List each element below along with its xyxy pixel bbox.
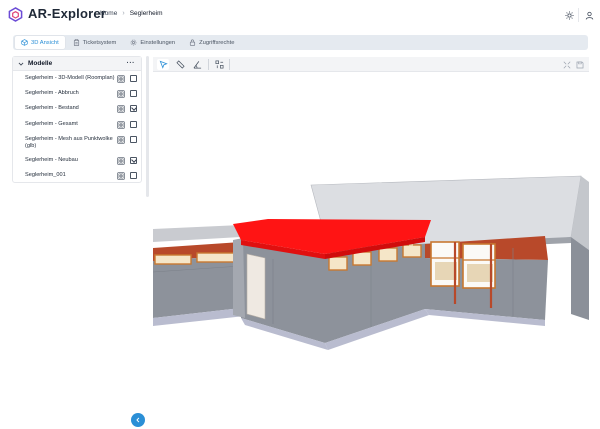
back-wall-left — [153, 225, 241, 242]
hexagon-cube-icon[interactable] — [8, 7, 23, 22]
layer-grid-icon[interactable] — [117, 90, 125, 98]
gable-wall-right — [571, 237, 589, 320]
building-model-scene[interactable] — [153, 72, 589, 429]
viewer-toolbar — [153, 57, 589, 72]
tab-einstellungen[interactable]: Einstellungen — [124, 36, 181, 49]
tab-label: Zugriffsrechte — [199, 39, 235, 46]
tab-3d-ansicht[interactable]: 3D Ansicht — [15, 36, 65, 49]
fit-view-icon — [563, 61, 571, 68]
breadcrumb-current: Seglerheim — [129, 10, 163, 17]
tab-label: Einstellungen — [140, 39, 176, 46]
model-label: Seglerheim - Mesh aus Punktwolke (glb) — [25, 136, 113, 149]
angle-measure-icon — [193, 61, 201, 69]
layer-grid-icon[interactable] — [117, 136, 125, 144]
front-window — [378, 247, 398, 262]
layer-grid-icon[interactable] — [117, 105, 125, 113]
model-label: Seglerheim - Gesamt — [25, 121, 78, 127]
chevron-right-icon: › — [122, 10, 125, 17]
model-label: Seglerheim - Neubau — [25, 157, 78, 163]
model-list-item[interactable]: Seglerheim - Bestand — [25, 105, 141, 113]
fit-view-button[interactable] — [561, 59, 573, 70]
model-list-item[interactable]: Seglerheim - 3D-Modell (Roomplan) — [25, 75, 141, 83]
chevron-down-icon[interactable] — [18, 61, 24, 67]
chevron-left-icon — [136, 417, 140, 423]
save-icon — [576, 61, 584, 68]
angle-tool-button[interactable] — [191, 59, 203, 70]
section-tool-button[interactable] — [213, 59, 225, 70]
app-title[interactable]: AR-Explorer — [28, 6, 106, 21]
model-label: Seglerheim - 3D-Modell (Roomplan) — [25, 75, 115, 81]
model-checkbox[interactable] — [130, 172, 137, 179]
model-checkbox[interactable] — [130, 121, 137, 128]
save-view-button[interactable] — [574, 59, 586, 70]
model-list-item[interactable]: Seglerheim_001 — [25, 172, 141, 180]
header-divider — [578, 8, 579, 22]
center-block-side — [233, 238, 245, 318]
select-cursor-icon — [159, 60, 168, 69]
model-checkbox-partial[interactable] — [130, 105, 137, 112]
door-frame — [246, 253, 266, 320]
lock-icon — [190, 39, 196, 46]
front-window — [352, 251, 372, 266]
main-tabs: 3D Ansicht Ticketsystem Einstellungen Zu… — [13, 35, 588, 50]
sidebar-scrollbar[interactable] — [146, 56, 149, 197]
model-list-item[interactable]: Seglerheim - Abbruch — [25, 90, 141, 98]
tab-label: 3D Ansicht — [31, 39, 59, 46]
tab-label: Ticketsystem — [82, 39, 117, 46]
left-window — [154, 254, 192, 265]
models-panel-header[interactable]: Modelle ··· — [13, 57, 141, 71]
collapse-sidebar-button[interactable] — [131, 413, 145, 427]
model-list-item[interactable]: Seglerheim - Mesh aus Punktwolke (glb) — [25, 136, 141, 150]
front-window — [328, 256, 348, 271]
gear-icon — [130, 39, 137, 46]
toolbar-divider — [229, 59, 230, 70]
app-header: AR-Explorer Home › Seglerheim — [0, 0, 600, 30]
user-menu-button[interactable] — [582, 8, 596, 22]
model-checkbox-partial[interactable] — [130, 157, 137, 164]
model-checkbox[interactable] — [130, 75, 137, 82]
cube-icon — [21, 39, 28, 46]
model-label: Seglerheim_001 — [25, 172, 66, 178]
left-window — [196, 252, 236, 263]
sun-icon — [564, 10, 574, 20]
front-window — [402, 244, 422, 258]
layer-grid-icon[interactable] — [117, 172, 125, 180]
measure-ruler-icon — [175, 60, 185, 69]
tab-ticketsystem[interactable]: Ticketsystem — [67, 36, 123, 49]
model-list-item[interactable]: Seglerheim - Gesamt — [25, 121, 141, 129]
models-panel-title: Modelle — [28, 60, 53, 67]
user-icon — [585, 11, 593, 20]
breadcrumb: Home › Seglerheim — [100, 10, 163, 17]
clipboard-icon — [73, 39, 79, 46]
toolbar-divider — [208, 59, 209, 70]
measure-tool-button[interactable] — [174, 59, 186, 70]
model-list-item[interactable]: Seglerheim - Neubau — [25, 157, 141, 165]
section-cut-icon — [215, 60, 223, 69]
3d-viewer[interactable] — [153, 57, 589, 429]
tab-zugriffsrechte[interactable]: Zugriffsrechte — [183, 36, 240, 49]
layer-grid-icon[interactable] — [117, 157, 125, 165]
layer-grid-icon[interactable] — [117, 75, 125, 83]
more-options-icon[interactable]: ··· — [127, 60, 136, 67]
select-tool-button[interactable] — [157, 59, 169, 70]
layer-grid-icon[interactable] — [117, 121, 125, 129]
theme-toggle-button[interactable] — [562, 8, 576, 22]
model-label: Seglerheim - Bestand — [25, 105, 79, 111]
model-checkbox[interactable] — [130, 136, 137, 143]
model-label: Seglerheim - Abbruch — [25, 90, 79, 96]
breadcrumb-home[interactable]: Home — [100, 10, 117, 17]
model-checkbox[interactable] — [130, 90, 137, 97]
